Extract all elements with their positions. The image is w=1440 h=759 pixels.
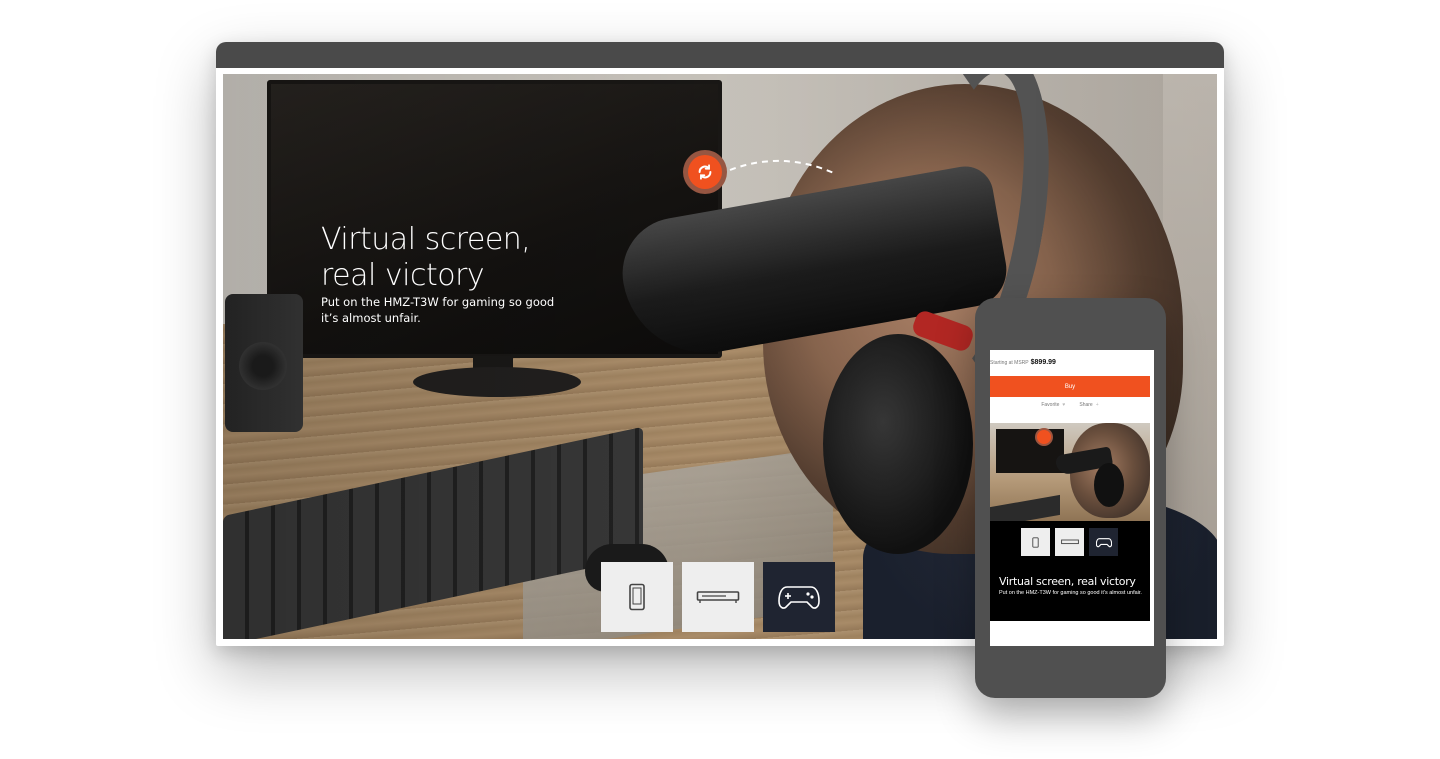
hero-title-line-1: Virtual screen, bbox=[321, 222, 531, 257]
phone-tile-gaming[interactable] bbox=[1089, 528, 1118, 556]
phone-image-headphone bbox=[1094, 463, 1124, 507]
use-case-tiles bbox=[601, 562, 835, 632]
phone-use-case-tiles bbox=[1021, 528, 1118, 556]
tile-gaming[interactable] bbox=[763, 562, 835, 632]
browser-title-bar bbox=[216, 42, 1224, 68]
phone-refresh-hotspot-button[interactable] bbox=[1035, 428, 1053, 446]
tile-mobile[interactable] bbox=[601, 562, 673, 632]
favorite-button[interactable]: Favorite ♥ bbox=[1041, 402, 1065, 408]
phone-hero-title: Virtual screen, real victory bbox=[999, 575, 1136, 588]
hero-subtitle-line-2: it’s almost unfair. bbox=[321, 311, 421, 325]
game-controller-icon bbox=[778, 586, 820, 609]
phone-price-value: $899.99 bbox=[1030, 359, 1056, 366]
refresh-icon bbox=[698, 164, 712, 180]
phone-price-label: Starting at MSRP bbox=[990, 360, 1029, 366]
hero-subtitle: Put on the HMZ-T3W for gaming so good it… bbox=[321, 294, 561, 326]
favorite-label: Favorite bbox=[1041, 402, 1060, 408]
phone-tile-mobile[interactable] bbox=[1021, 528, 1050, 556]
phone-hero-panel: Virtual screen, real victory Put on the … bbox=[990, 521, 1150, 621]
tile-set-top-box[interactable] bbox=[682, 562, 754, 632]
share-label: Share bbox=[1079, 402, 1093, 408]
phone-price-row: Starting at MSRP $899.99 bbox=[990, 359, 1154, 366]
game-controller-icon bbox=[1095, 537, 1112, 547]
refresh-hotspot-button[interactable] bbox=[683, 150, 727, 194]
buy-button[interactable]: Buy bbox=[990, 376, 1150, 397]
phone-hero-image bbox=[990, 423, 1150, 521]
share-button[interactable]: Share + bbox=[1079, 402, 1098, 408]
set-top-box-icon bbox=[696, 591, 740, 603]
hero-title-line-2: real victory bbox=[321, 258, 485, 293]
phone-actions: Favorite ♥ Share + bbox=[990, 402, 1150, 408]
hotspot-dashed-arc bbox=[729, 159, 837, 175]
phone-mockup: Starting at MSRP $899.99 Buy Favorite ♥ S… bbox=[975, 298, 1166, 698]
phone-tile-set-top-box[interactable] bbox=[1055, 528, 1084, 556]
mobile-device-icon bbox=[629, 583, 645, 611]
hero-subtitle-line-1: Put on the HMZ-T3W for gaming so good bbox=[321, 295, 555, 309]
heart-icon: ♥ bbox=[1062, 402, 1066, 408]
mobile-device-icon bbox=[1032, 536, 1039, 548]
phone-hero-subtitle: Put on the HMZ-T3W for gaming so good it… bbox=[999, 590, 1142, 596]
phone-image-monitor bbox=[996, 429, 1064, 473]
phone-image-keyboard bbox=[990, 494, 1060, 521]
hero-title: Virtual screen, real victory bbox=[321, 222, 621, 294]
plus-icon: + bbox=[1095, 402, 1099, 408]
set-top-box-icon bbox=[1060, 539, 1079, 545]
phone-screen: Starting at MSRP $899.99 Buy Favorite ♥ S… bbox=[990, 350, 1154, 646]
